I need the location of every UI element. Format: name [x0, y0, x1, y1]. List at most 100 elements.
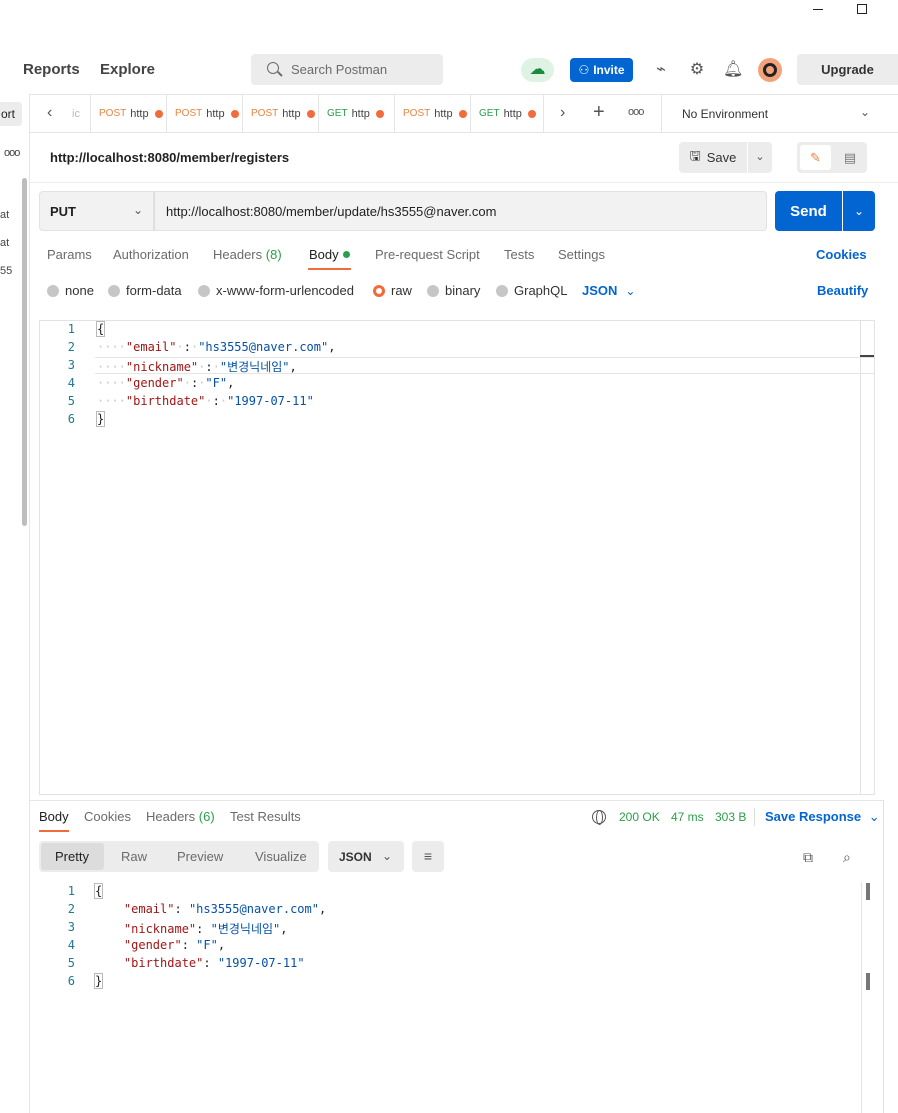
request-tab[interactable]: ic: [64, 95, 91, 132]
search-icon[interactable]: ⌕: [843, 849, 851, 866]
send-button[interactable]: Send: [775, 191, 842, 231]
search-placeholder: Search Postman: [291, 62, 388, 77]
request-tab[interactable]: POST http: [91, 95, 167, 132]
pencil-icon[interactable]: ✎: [800, 145, 831, 170]
save-response-button[interactable]: Save Response ⌄: [765, 809, 880, 825]
response-code-line: "nickname": "변경닉네임",: [123, 922, 288, 936]
wrap-lines-icon[interactable]: ≡: [412, 841, 444, 872]
unsaved-dot: [230, 109, 239, 118]
line-number: 1: [67, 322, 75, 336]
unsaved-dot: [306, 109, 315, 118]
chevron-down-icon: ⌄: [132, 203, 143, 217]
save-dropdown-chevron-icon[interactable]: ⌄: [748, 142, 772, 173]
gear-icon[interactable]: ⚙: [687, 60, 707, 80]
tab-body[interactable]: Body: [309, 247, 339, 262]
radio-binary[interactable]: binary: [427, 283, 480, 298]
request-tab[interactable]: POST http: [243, 95, 319, 132]
response-tab-body[interactable]: Body: [39, 809, 69, 824]
sidebar-import-button[interactable]: ort: [0, 102, 22, 126]
code-line: ····"birthdate"·:·"1997-07-11": [97, 394, 314, 408]
add-user-icon: ⚇: [578, 63, 590, 77]
beautify-link[interactable]: Beautify: [817, 283, 868, 298]
radio-raw[interactable]: raw: [373, 283, 412, 298]
cloud-sync-icon[interactable]: ☁: [521, 58, 554, 82]
minimize-icon[interactable]: [813, 9, 823, 10]
tab-prerequest-script[interactable]: Pre-request Script: [375, 247, 480, 262]
search-icon: [267, 62, 279, 74]
response-code-line: "birthdate": "1997-07-11": [123, 956, 305, 970]
response-code-line: "gender": "F",: [123, 938, 226, 952]
radio-graphql[interactable]: GraphQL: [496, 283, 567, 298]
request-tab[interactable]: POST http: [167, 95, 243, 132]
code-line: {: [95, 321, 106, 337]
sidebar-item[interactable]: at: [0, 209, 9, 221]
status-code[interactable]: 200 OK: [619, 810, 660, 824]
line-number: 6: [67, 412, 75, 426]
tab-headers[interactable]: Headers (8): [213, 247, 282, 262]
code-line: ····"nickname"·:·"변경닉네임",: [97, 360, 297, 374]
url-input[interactable]: http://localhost:8080/member/update/hs35…: [154, 191, 767, 231]
request-tab[interactable]: GET http: [319, 95, 395, 132]
method-label: PUT: [50, 203, 76, 219]
bell-icon[interactable]: 🔔︎: [723, 60, 743, 80]
maximize-icon[interactable]: [857, 4, 867, 14]
save-label: Save: [706, 150, 737, 165]
chevron-down-icon: ⌄: [381, 849, 392, 863]
sidebar-item[interactable]: 55: [0, 265, 12, 277]
tab-tests[interactable]: Tests: [504, 247, 534, 262]
sidebar-scrollbar[interactable]: [22, 178, 27, 526]
response-tab-cookies[interactable]: Cookies: [84, 809, 131, 824]
request-body-editor[interactable]: [39, 320, 875, 795]
response-code-line: }: [93, 973, 104, 989]
radio-form-data[interactable]: form-data: [108, 283, 182, 298]
nav-explore[interactable]: Explore: [100, 61, 155, 78]
tab-scroll-right-icon[interactable]: ›: [560, 104, 565, 122]
response-size[interactable]: 303 B: [715, 810, 746, 824]
upgrade-button[interactable]: Upgrade: [797, 54, 898, 85]
response-language-select[interactable]: JSON ⌄: [328, 841, 404, 872]
send-dropdown-chevron-icon[interactable]: ⌄: [843, 191, 875, 231]
format-pretty[interactable]: Pretty: [55, 849, 89, 864]
radio-none[interactable]: none: [47, 283, 94, 298]
environment-select[interactable]: No Environment ⌄: [661, 95, 898, 132]
tab-settings[interactable]: Settings: [558, 247, 605, 262]
sidebar-item[interactable]: at: [0, 237, 9, 249]
invite-label: Invite: [593, 63, 625, 77]
search-input[interactable]: Search Postman: [251, 54, 443, 85]
language-select[interactable]: JSON ⌄: [582, 283, 635, 298]
copy-icon[interactable]: ⧉: [803, 849, 813, 866]
nav-reports[interactable]: Reports: [23, 61, 80, 78]
method-select[interactable]: PUT ⌄: [39, 191, 154, 231]
response-tab-headers[interactable]: Headers (6): [146, 809, 215, 824]
globe-icon[interactable]: [592, 810, 606, 825]
request-tab[interactable]: POST http: [395, 95, 471, 132]
tabs-more-icon[interactable]: ooo: [628, 106, 644, 118]
format-visualize[interactable]: Visualize: [255, 849, 307, 864]
avatar[interactable]: [758, 58, 782, 82]
tab-authorization[interactable]: Authorization: [113, 247, 189, 262]
environment-label: No Environment: [682, 106, 769, 121]
satellite-icon[interactable]: ⌁: [651, 60, 671, 80]
request-title[interactable]: http://localhost:8080/member/registers: [50, 150, 289, 165]
line-number: 4: [67, 938, 75, 952]
response-tab-test-results[interactable]: Test Results: [230, 809, 301, 824]
invite-button[interactable]: ⚇ Invite: [570, 58, 633, 82]
comment-icon[interactable]: ▤: [836, 145, 864, 170]
unsaved-dot: [458, 109, 467, 118]
new-tab-icon[interactable]: +: [593, 101, 605, 124]
request-tab[interactable]: GET http: [471, 95, 544, 132]
chevron-down-icon: ⌄: [859, 105, 870, 119]
radio-x-www-form-urlencoded[interactable]: x-www-form-urlencoded: [198, 283, 354, 298]
save-button[interactable]: 🖫 Save: [679, 142, 747, 173]
format-raw[interactable]: Raw: [121, 849, 147, 864]
line-number: 4: [67, 376, 75, 390]
response-scroll-marker: [866, 883, 870, 900]
cookies-link[interactable]: Cookies: [816, 247, 867, 262]
sidebar-more-icon[interactable]: ooo: [4, 147, 20, 159]
line-number: 2: [67, 340, 75, 354]
tab-params[interactable]: Params: [47, 247, 92, 262]
tab-scroll-left-icon[interactable]: ‹: [47, 104, 52, 122]
response-time[interactable]: 47 ms: [671, 810, 704, 824]
format-preview[interactable]: Preview: [177, 849, 223, 864]
line-number: 1: [67, 884, 75, 898]
